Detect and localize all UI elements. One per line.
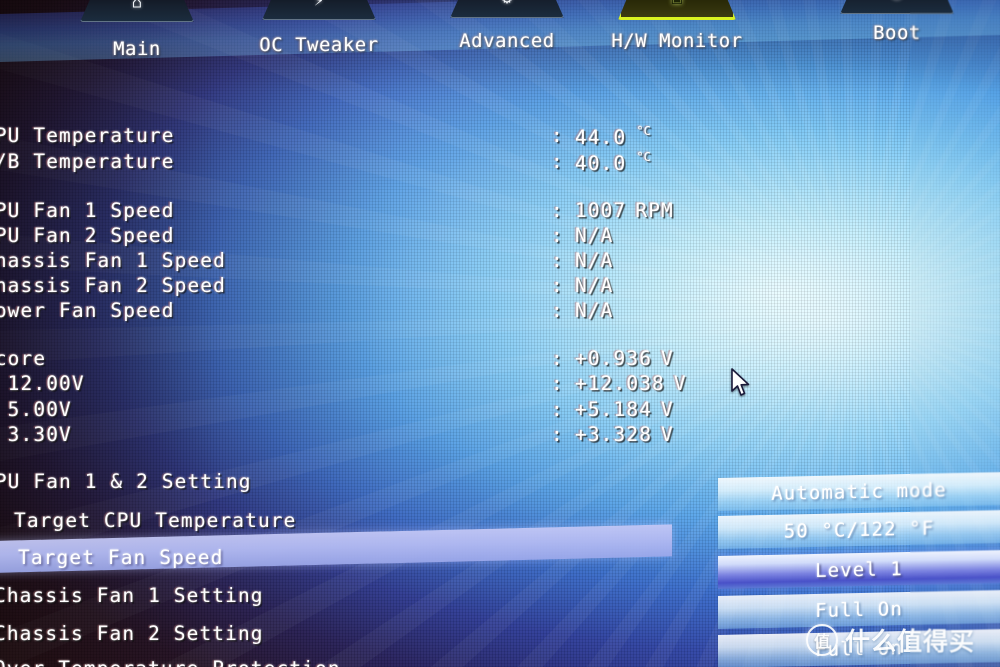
monitor-value: +3.328 V <box>575 423 674 446</box>
monitor-value: +5.184 V <box>575 398 674 421</box>
value-row-label: Full On <box>815 597 903 622</box>
monitor-value-unit: °C <box>636 150 651 164</box>
monitor-value-number: +3.328 <box>575 423 653 446</box>
value-row[interactable]: Full On <box>718 590 1000 629</box>
monitor-label: Power Fan Speed <box>0 299 175 322</box>
gear-icon[interactable]: ⚙ <box>450 0 564 18</box>
menu-item-chassis-fan-2-setting[interactable]: Chassis Fan 2 Setting <box>0 622 264 645</box>
monitor-label: Chassis Fan 1 Speed <box>0 249 226 272</box>
value-row[interactable]: Full On <box>718 629 1000 667</box>
monitor-value: N/A <box>575 274 614 297</box>
tab-main[interactable]: ⌂ Main <box>42 0 232 60</box>
monitor-colon-separator: : <box>551 398 564 421</box>
monitor-value-number: +12.038 <box>575 372 665 395</box>
monitor-colon-separator: : <box>551 299 564 322</box>
bios-screen-photo: ⌂ Main ⚡ OC Tweaker ⚙ Advanced ▣ H/W Monitor ⏻ Bo… <box>0 0 1000 667</box>
settings-values-panel: Automatic mode 50 °C/122 °F Level 1 Full On… <box>718 466 1000 667</box>
menu-item-cpu-fan-1-2-setting[interactable]: CPU Fan 1 & 2 Setting <box>0 470 252 493</box>
monitor-value: N/A <box>575 299 614 322</box>
monitor-value-number: N/A <box>575 249 614 272</box>
gear-icon-glyph: ⚙ <box>502 0 512 7</box>
mouse-cursor-arrow-icon <box>731 368 750 396</box>
tab-label: Boot <box>873 22 921 44</box>
monitor-label: CPU Fan 1 Speed <box>0 199 175 222</box>
home-icon[interactable]: ⌂ <box>80 0 194 22</box>
monitor-value-number: N/A <box>575 274 614 297</box>
tab-label: Advanced <box>459 30 555 52</box>
monitor-value-number: +5.184 <box>575 398 653 421</box>
monitor-colon-separator: : <box>551 347 564 370</box>
monitor-colon-separator: : <box>551 249 564 272</box>
monitor-value-unit: V <box>661 398 674 421</box>
monitor-icon-glyph: ▣ <box>672 0 682 7</box>
monitor-value-number: N/A <box>575 299 614 322</box>
monitor-value-number: 44.0 <box>575 126 627 149</box>
monitor-colon-separator: : <box>551 124 564 147</box>
monitor-value-number: +0.936 <box>575 347 653 370</box>
monitor-label: CPU Temperature <box>0 124 175 147</box>
value-row[interactable]: Automatic mode <box>718 472 1000 511</box>
value-row-label: Automatic mode <box>771 478 947 505</box>
monitor-label: + 3.30V <box>0 423 72 446</box>
power-icon-glyph: ⏻ <box>890 0 903 3</box>
monitor-label: Chassis Fan 2 Speed <box>0 274 226 297</box>
monitor-value: 1007 RPM <box>575 199 674 222</box>
monitor-value-unit: RPM <box>635 199 674 222</box>
tab-h-w-monitor[interactable]: ▣ H/W Monitor <box>582 0 772 52</box>
value-row-label: Level 1 <box>815 557 903 582</box>
monitor-value: N/A <box>575 224 614 247</box>
monitor-value-unit: V <box>673 372 687 395</box>
monitor-value: N/A <box>575 249 614 272</box>
menu-item-target-fan-speed[interactable]: Target Fan Speed <box>18 546 223 569</box>
tab-label: Main <box>113 38 161 60</box>
monitor-label: M/B Temperature <box>0 150 175 173</box>
monitor-label: Vcore <box>0 347 47 370</box>
menu-item-chassis-fan-1-setting[interactable]: Chassis Fan 1 Setting <box>0 584 264 607</box>
monitor-colon-separator: : <box>551 199 564 222</box>
monitor-value-number: 40.0 <box>575 152 627 175</box>
monitor-value-unit: V <box>661 423 674 446</box>
tab-oc-tweaker[interactable]: ⚡ OC Tweaker <box>224 0 414 56</box>
monitor-value: 44.0 °C <box>575 124 651 149</box>
value-row[interactable]: 50 °C/122 °F <box>718 510 1000 549</box>
home-icon-glyph: ⌂ <box>131 0 143 13</box>
tab-label: OC Tweaker <box>259 34 379 56</box>
value-row-label: Full On <box>815 636 903 661</box>
tuner-icon-glyph: ⚡ <box>313 0 325 11</box>
tab-label: H/W Monitor <box>611 30 743 52</box>
monitor-value: 40.0 °C <box>575 150 651 175</box>
monitor-value: +0.936 V <box>575 347 674 370</box>
power-icon[interactable]: ⏻ <box>840 0 954 14</box>
monitor-value-number: 1007 <box>575 199 627 222</box>
tuner-icon[interactable]: ⚡ <box>262 0 376 20</box>
value-row-label: 50 °C/122 °F <box>783 516 935 543</box>
monitor-colon-separator: : <box>551 150 564 173</box>
menu-item-over-temperature-protection[interactable]: Over Temperature Protection <box>0 657 341 667</box>
monitor-colon-separator: : <box>551 423 564 446</box>
monitor-value-unit: V <box>661 347 674 370</box>
monitor-label: + 5.00V <box>0 398 72 421</box>
monitor-value-number: N/A <box>575 224 614 247</box>
monitor-label: CPU Fan 2 Speed <box>0 224 175 247</box>
monitor-value: +12.038 V <box>575 372 687 395</box>
monitor-colon-separator: : <box>551 372 564 395</box>
monitor-colon-separator: : <box>551 274 564 297</box>
monitor-icon[interactable]: ▣ <box>618 0 736 20</box>
monitor-label: + 12.00V <box>0 372 85 395</box>
tab-boot[interactable]: ⏻ Boot <box>802 0 992 44</box>
menu-item-target-cpu-temperature[interactable]: Target CPU Temperature <box>14 509 296 532</box>
monitor-colon-separator: : <box>551 224 564 247</box>
value-row[interactable]: Level 1 <box>718 550 1000 589</box>
monitor-value-unit: °C <box>636 124 651 138</box>
tab-advanced[interactable]: ⚙ Advanced <box>412 0 602 52</box>
